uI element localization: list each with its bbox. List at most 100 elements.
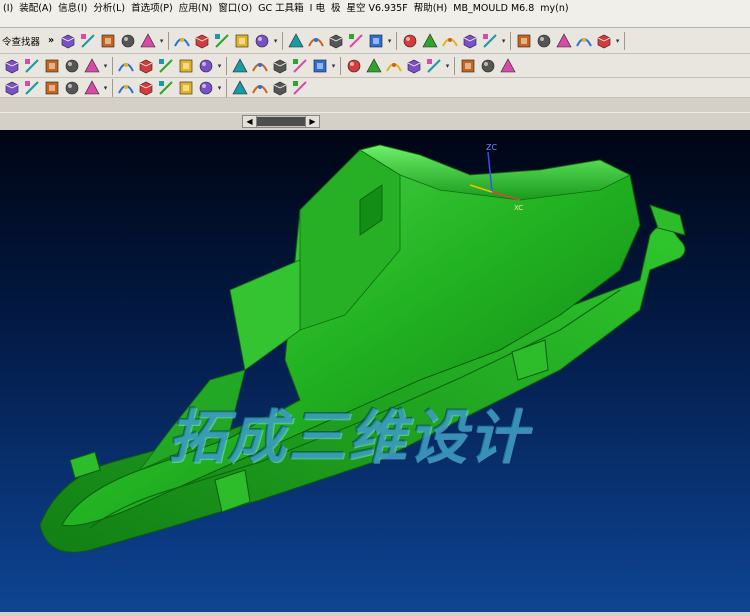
- dropdown-arrow-icon[interactable]: ▾: [216, 79, 223, 97]
- undo-icon[interactable]: [43, 79, 61, 97]
- thicken-icon[interactable]: [311, 57, 329, 75]
- menu-item[interactable]: (I): [0, 0, 16, 18]
- blue-cube-icon[interactable]: [367, 32, 385, 50]
- dropdown-arrow-icon[interactable]: ▾: [386, 32, 393, 50]
- yellow-sphere-icon[interactable]: [421, 32, 439, 50]
- menu-item[interactable]: 首选项(P): [128, 0, 176, 18]
- toolbar-scrollbar[interactable]: ◀ ▶: [242, 115, 320, 128]
- solid-block-icon[interactable]: [99, 32, 117, 50]
- flag-icon[interactable]: [555, 32, 573, 50]
- render-toggle-icon[interactable]: [173, 32, 191, 50]
- box-edit-icon[interactable]: [193, 32, 211, 50]
- mold-part-model[interactable]: ZC XC: [0, 130, 750, 616]
- mesh-icon[interactable]: [595, 32, 613, 50]
- box-front-icon[interactable]: [213, 32, 231, 50]
- project-icon[interactable]: [365, 57, 383, 75]
- watermark-text: 拓成三维设计: [168, 403, 529, 471]
- spline-icon[interactable]: [231, 57, 249, 75]
- command-finder[interactable]: 令查找器: [2, 34, 44, 48]
- menu-item[interactable]: 应用(N): [176, 0, 216, 18]
- cube-small-icon[interactable]: [291, 79, 309, 97]
- menu-item[interactable]: 装配(A): [16, 0, 55, 18]
- translate-icon[interactable]: [59, 32, 77, 50]
- dropdown-arrow-icon[interactable]: ▾: [444, 57, 451, 75]
- cone-icon[interactable]: [401, 32, 419, 50]
- pyramid-icon[interactable]: [441, 32, 459, 50]
- toolbar-overflow-button[interactable]: »: [44, 35, 58, 46]
- wcs-label: ZC: [486, 143, 497, 152]
- swept-face-icon[interactable]: [385, 57, 403, 75]
- sketch-icon[interactable]: [23, 57, 41, 75]
- menu-item[interactable]: GC 工具箱: [255, 0, 307, 18]
- menu-item[interactable]: 窗口(O): [215, 0, 255, 18]
- rotate-view-icon[interactable]: [271, 79, 289, 97]
- sphere-icon[interactable]: [119, 32, 137, 50]
- snap-end-icon[interactable]: [3, 79, 21, 97]
- curve-icon[interactable]: [197, 57, 215, 75]
- toolbar-separator: [226, 56, 227, 75]
- snap-circle-icon[interactable]: [231, 79, 249, 97]
- arc-tool-icon[interactable]: [157, 79, 175, 97]
- menu-item[interactable]: 星空 V6.935F: [344, 0, 411, 18]
- dropdown-arrow-icon[interactable]: ▾: [330, 57, 337, 75]
- menu-item[interactable]: MB_MOULD M6.8: [450, 0, 537, 18]
- layer-manager-icon[interactable]: [3, 57, 21, 75]
- menu-item[interactable]: my(n): [537, 0, 571, 18]
- menu-item[interactable]: 信息(I): [55, 0, 90, 18]
- offset-face-icon[interactable]: [157, 57, 175, 75]
- swirl-icon[interactable]: [575, 32, 593, 50]
- scroll-right-button[interactable]: ▶: [305, 116, 319, 127]
- toolbar-gap: [0, 98, 750, 112]
- menu-item[interactable]: 分析(L): [90, 0, 128, 18]
- circle-tool-icon[interactable]: [177, 79, 195, 97]
- surface-shade-icon[interactable]: [79, 32, 97, 50]
- cube-view-icon[interactable]: [139, 32, 157, 50]
- menu-item[interactable]: I 电: [307, 0, 328, 18]
- menu-item[interactable]: 帮助(H): [411, 0, 451, 18]
- extrude-icon[interactable]: [43, 57, 61, 75]
- blend-icon[interactable]: [177, 57, 195, 75]
- move-face-icon[interactable]: [459, 57, 477, 75]
- graphics-viewport[interactable]: ZC XC 拓成三维设计: [0, 130, 750, 616]
- redo-icon[interactable]: [63, 79, 81, 97]
- view-orient-3-icon[interactable]: [327, 32, 345, 50]
- delete-face-icon[interactable]: [499, 57, 517, 75]
- mold-part-icon[interactable]: [405, 57, 423, 75]
- scroll-left-button[interactable]: ◀: [243, 116, 257, 127]
- red-box-icon[interactable]: [347, 32, 365, 50]
- plus-tool-icon[interactable]: [197, 79, 215, 97]
- trim-curve-icon[interactable]: [535, 32, 553, 50]
- menu-item[interactable]: 极: [328, 0, 344, 18]
- dropdown-arrow-icon[interactable]: ▾: [272, 32, 279, 50]
- face-blend-icon[interactable]: [345, 57, 363, 75]
- color-face-icon[interactable]: [425, 57, 443, 75]
- view-orient-icon[interactable]: [287, 32, 305, 50]
- dropdown-arrow-icon[interactable]: ▾: [500, 32, 507, 50]
- diagonal-line-icon[interactable]: [251, 79, 269, 97]
- status-strip: [0, 612, 750, 616]
- dropdown-arrow-icon[interactable]: ▾: [216, 57, 223, 75]
- split-line-icon[interactable]: [481, 32, 499, 50]
- dropdown-arrow-icon[interactable]: ▾: [102, 79, 109, 97]
- box-select-icon[interactable]: [83, 79, 101, 97]
- dropdown-arrow-icon[interactable]: ▾: [102, 57, 109, 75]
- dropdown-arrow-icon[interactable]: ▾: [614, 32, 621, 50]
- scroll-thumb[interactable]: [257, 117, 305, 126]
- fence-icon[interactable]: [461, 32, 479, 50]
- datum-icon[interactable]: [137, 57, 155, 75]
- sew-icon[interactable]: [291, 57, 309, 75]
- arrow-curve-icon[interactable]: [515, 32, 533, 50]
- point-dots-icon[interactable]: [117, 79, 135, 97]
- line-tool-icon[interactable]: [137, 79, 155, 97]
- hole-icon[interactable]: [117, 57, 135, 75]
- box-side-icon[interactable]: [233, 32, 251, 50]
- dropdown-arrow-icon[interactable]: ▾: [158, 32, 165, 50]
- zoom-icon[interactable]: [479, 57, 497, 75]
- view-orient-2-icon[interactable]: [307, 32, 325, 50]
- sweep-icon[interactable]: [63, 57, 81, 75]
- snap-mid-icon[interactable]: [23, 79, 41, 97]
- wave-curve-icon[interactable]: [271, 57, 289, 75]
- bridge-curve-icon[interactable]: [251, 57, 269, 75]
- display-style-icon[interactable]: [253, 32, 271, 50]
- revolve-icon[interactable]: [83, 57, 101, 75]
